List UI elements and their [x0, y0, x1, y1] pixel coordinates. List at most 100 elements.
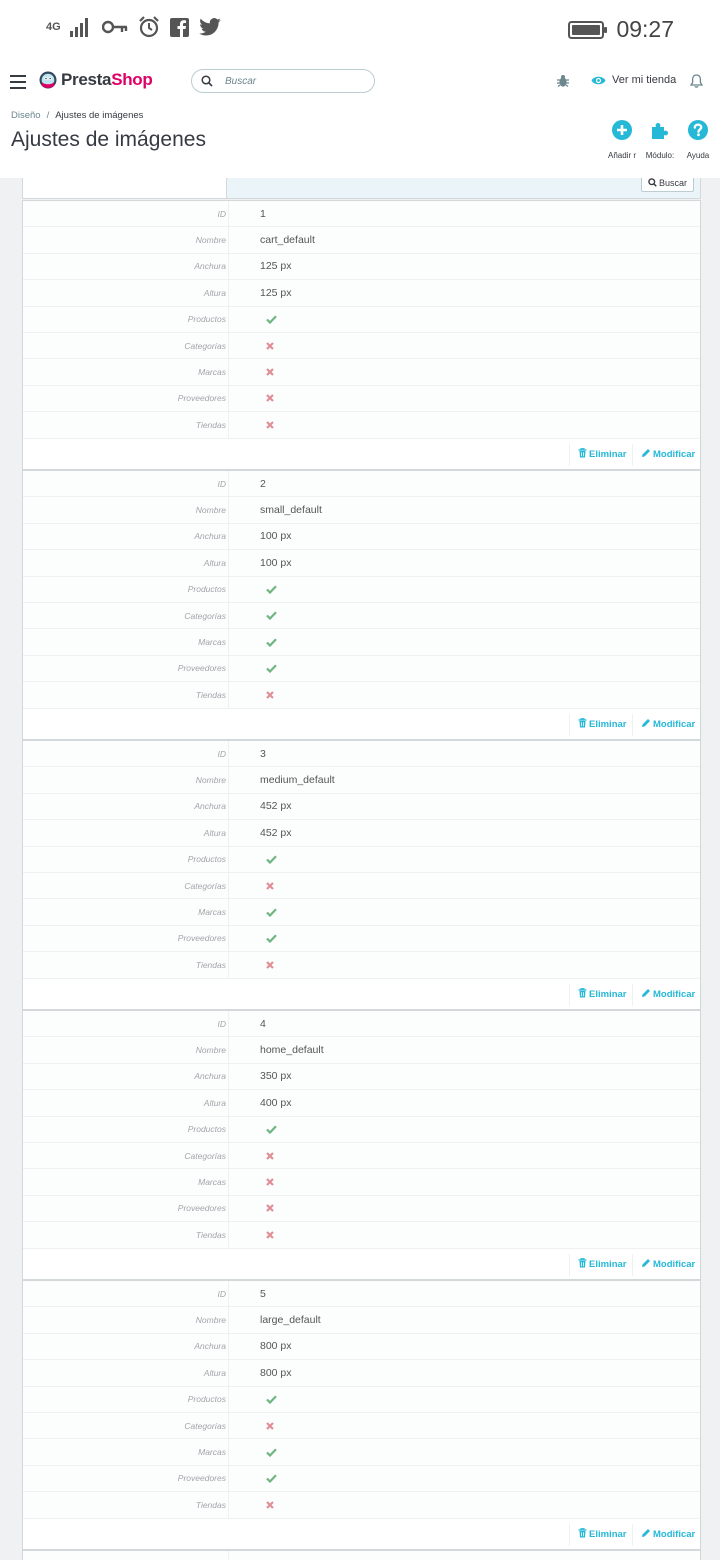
- cross-icon[interactable]: [266, 1169, 274, 1194]
- trash-icon: [578, 1258, 587, 1271]
- breadcrumb: Diseño / Ajustes de imágenes: [11, 110, 144, 121]
- table-row: ID 4: [23, 1011, 700, 1038]
- field-value-id: 2: [260, 477, 266, 490]
- field-label-stores: Tiendas: [23, 682, 229, 708]
- field-label-id: ID: [23, 1011, 229, 1037]
- breadcrumb-current: Ajustes de imágenes: [55, 110, 144, 121]
- field-label-name: Nombre: [23, 1037, 229, 1063]
- delete-label: Eliminar: [589, 719, 627, 731]
- check-icon[interactable]: [266, 1466, 277, 1491]
- cross-icon[interactable]: [266, 1413, 274, 1438]
- check-icon[interactable]: [266, 847, 277, 872]
- field-label-width: Anchura: [23, 1333, 229, 1360]
- edit-label: Modificar: [653, 449, 696, 461]
- edit-button[interactable]: Modificar: [632, 443, 696, 466]
- prestashop-logo[interactable]: PrestaShop: [39, 70, 153, 90]
- check-icon[interactable]: [266, 629, 277, 654]
- cross-icon[interactable]: [266, 952, 274, 977]
- cross-icon[interactable]: [266, 1143, 274, 1168]
- table-row: Tiendas: [23, 682, 700, 709]
- delete-button[interactable]: Eliminar: [569, 443, 627, 466]
- field-value-name: cart_default: [260, 234, 315, 247]
- check-icon[interactable]: [266, 1117, 277, 1142]
- field-value-name: home_default: [260, 1044, 324, 1057]
- field-label-id: ID: [23, 1281, 229, 1307]
- delete-button[interactable]: Eliminar: [569, 1523, 627, 1546]
- modules-label: Módulo:: [645, 151, 675, 160]
- check-icon[interactable]: [266, 1387, 277, 1412]
- table-row: Proveedores: [23, 385, 700, 413]
- filter-search-button[interactable]: Buscar: [640, 178, 694, 192]
- edit-button[interactable]: Modificar: [632, 983, 696, 1006]
- field-value-height: 100 px: [260, 556, 292, 569]
- cross-icon[interactable]: [266, 359, 274, 384]
- cross-icon[interactable]: [266, 873, 274, 898]
- add-new-button[interactable]: Añadir r: [602, 120, 642, 160]
- prestashop-logo-icon: [39, 71, 57, 89]
- delete-label: Eliminar: [589, 449, 627, 461]
- delete-button[interactable]: Eliminar: [569, 983, 627, 1006]
- cross-icon[interactable]: [266, 1196, 274, 1221]
- field-label-products: Productos: [23, 1116, 229, 1142]
- delete-button[interactable]: Eliminar: [569, 1253, 627, 1276]
- check-icon[interactable]: [266, 926, 277, 951]
- help-label: Ayuda: [686, 151, 710, 160]
- edit-button[interactable]: Modificar: [632, 1253, 696, 1276]
- signal-icon: [70, 18, 88, 37]
- check-icon[interactable]: [266, 1439, 277, 1464]
- image-type-card: ID 5 Nombre large_default Anchura 800 px Altur…: [22, 1280, 701, 1550]
- image-type-card: ID 4 Nombre home_default Anchura 350 px Altura…: [22, 1010, 701, 1280]
- field-label-products: Productos: [23, 576, 229, 602]
- edit-label: Modificar: [653, 989, 696, 1001]
- check-icon[interactable]: [266, 656, 277, 681]
- cross-icon[interactable]: [266, 1492, 274, 1517]
- table-row: Altura 800 px: [23, 1360, 700, 1387]
- table-row: Proveedores: [23, 1195, 700, 1223]
- cross-icon[interactable]: [266, 333, 274, 358]
- field-label-id: ID: [23, 471, 229, 497]
- cross-icon[interactable]: [266, 412, 274, 437]
- table-row: Nombre home_default: [23, 1037, 700, 1064]
- check-icon[interactable]: [266, 899, 277, 924]
- status-right: 09:27: [568, 16, 674, 43]
- check-icon[interactable]: [266, 603, 277, 628]
- pencil-icon: [641, 718, 651, 731]
- delete-button[interactable]: Eliminar: [569, 713, 627, 736]
- facebook-icon: [170, 17, 189, 37]
- edit-button[interactable]: Modificar: [632, 1523, 695, 1546]
- menu-icon[interactable]: [10, 75, 26, 89]
- edit-label: Modificar: [653, 1259, 696, 1271]
- field-label-stores: Tiendas: [23, 952, 229, 978]
- cross-icon[interactable]: [266, 1222, 274, 1247]
- cross-icon[interactable]: [266, 682, 274, 707]
- field-label-categories: Categorías: [23, 332, 229, 359]
- filter-input[interactable]: [23, 178, 227, 198]
- edit-button[interactable]: Modificar: [632, 713, 696, 736]
- check-icon[interactable]: [266, 577, 277, 602]
- edit-label: Modificar: [653, 719, 696, 731]
- check-icon[interactable]: [266, 307, 277, 332]
- table-row: Proveedores: [23, 1465, 700, 1493]
- help-button[interactable]: Ayuda: [678, 120, 718, 160]
- search-input[interactable]: Buscar: [191, 69, 375, 93]
- field-label-stores: Tiendas: [23, 1222, 229, 1248]
- clock: 09:27: [616, 16, 674, 42]
- table-row: Marcas: [23, 1169, 700, 1196]
- field-label-suppliers: Proveedores: [23, 925, 229, 952]
- field-value-name: large_default: [260, 1314, 321, 1327]
- trash-icon: [578, 988, 587, 1001]
- field-label-height: Altura: [23, 1360, 229, 1386]
- pencil-icon: [641, 1528, 651, 1541]
- field-label-height: Altura: [23, 550, 229, 576]
- table-row: Productos: [23, 306, 700, 333]
- breadcrumb-parent[interactable]: Diseño: [11, 110, 41, 121]
- notifications-bell-icon[interactable]: [690, 74, 703, 88]
- field-label-products: Productos: [23, 846, 229, 872]
- card-actions: Eliminar Modificar: [23, 1248, 700, 1279]
- cross-icon[interactable]: [266, 386, 274, 411]
- filter-search-label: Buscar: [658, 178, 687, 188]
- debug-bug-icon[interactable]: [556, 74, 570, 88]
- view-shop-link[interactable]: Ver mi tienda: [591, 74, 676, 86]
- table-row: Productos: [23, 1386, 700, 1413]
- modules-button[interactable]: Módulo:: [640, 120, 680, 160]
